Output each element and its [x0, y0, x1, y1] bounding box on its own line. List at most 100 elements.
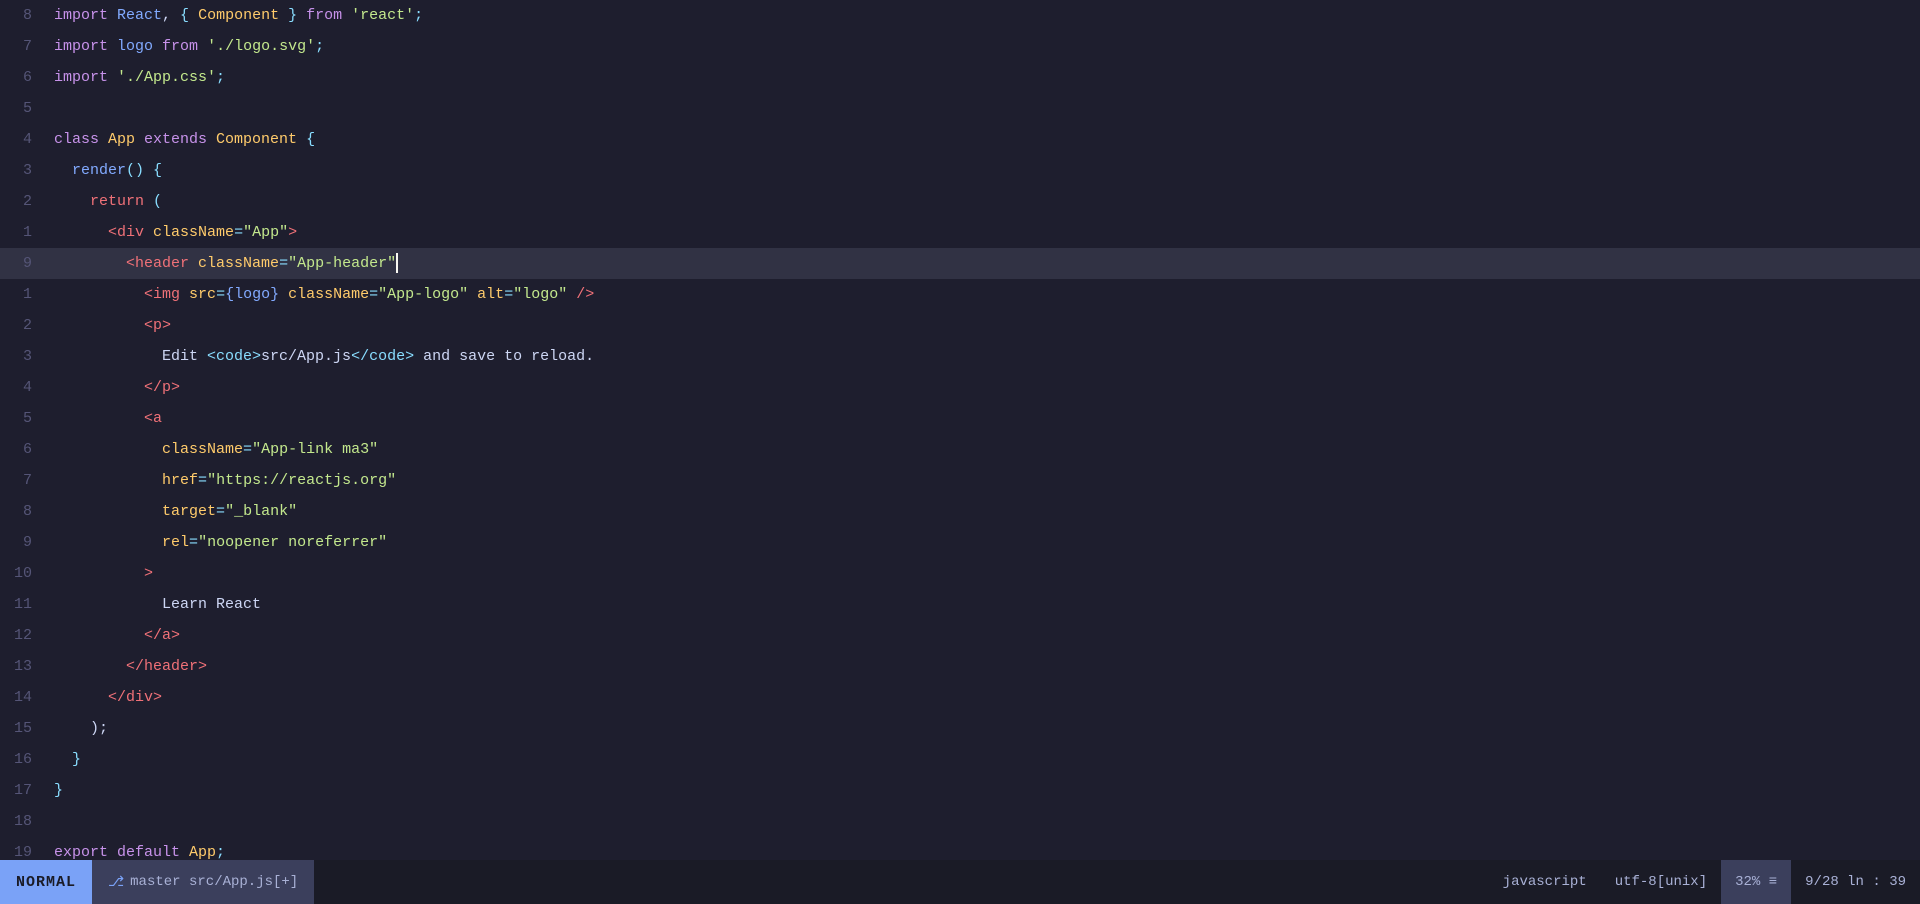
line-number: 12	[0, 627, 46, 644]
token-attr-value: "_blank"	[225, 503, 297, 520]
line-content: export default App;	[46, 837, 1920, 860]
line-content: Learn React	[46, 589, 1920, 620]
line-content: </a>	[46, 620, 1920, 651]
line-content: <a	[46, 403, 1920, 434]
token-tag: <header	[126, 255, 189, 272]
code-line: 4class App extends Component {	[0, 124, 1920, 155]
token-class-name: Component	[198, 7, 279, 24]
line-content: <img src={logo} className="App-logo" alt…	[46, 279, 1920, 310]
token-tag: </header>	[126, 658, 207, 675]
token-attr-value: "App-logo"	[378, 286, 468, 303]
token-kw-export: export	[54, 844, 117, 860]
line-content: <div className="App">	[46, 217, 1920, 248]
line-number: 1	[0, 286, 46, 303]
line-content: <header className="App-header"	[46, 248, 1920, 279]
token-text-content	[54, 689, 108, 706]
token-text-content	[54, 658, 126, 675]
token-attr-expr: {logo}	[225, 286, 279, 303]
line-content: Edit <code>src/App.js</code> and save to…	[46, 341, 1920, 372]
token-string-path: './App.css'	[117, 69, 216, 86]
line-number: 18	[0, 813, 46, 830]
token-operator: =	[198, 472, 207, 489]
token-text-content	[279, 286, 288, 303]
code-line: 18	[0, 806, 1920, 837]
token-text-content	[54, 472, 162, 489]
line-number: 2	[0, 193, 46, 210]
line-content: target="_blank"	[46, 496, 1920, 527]
token-text-content	[153, 38, 162, 55]
token-punctuation: ;	[414, 7, 423, 24]
token-attr-value: "noopener noreferrer"	[198, 534, 387, 551]
line-content: </header>	[46, 651, 1920, 682]
code-line: 10 >	[0, 558, 1920, 589]
code-editor[interactable]: 8import React, { Component } from 'react…	[0, 0, 1920, 860]
line-content: </div>	[46, 682, 1920, 713]
token-text-content: Edit	[54, 348, 207, 365]
token-text-content	[54, 224, 108, 241]
token-kw-import: import	[54, 69, 117, 86]
token-attr-name: href	[162, 472, 198, 489]
token-tag: <p>	[144, 317, 171, 334]
token-attr-value: "https://reactjs.org"	[207, 472, 396, 489]
token-punctuation: (	[144, 193, 162, 210]
line-number: 3	[0, 162, 46, 179]
token-operator: =	[216, 286, 225, 303]
code-line: 14 </div>	[0, 682, 1920, 713]
token-text-content	[189, 255, 198, 272]
status-mode: NORMAL	[0, 860, 92, 904]
token-attr-value: "App"	[243, 224, 288, 241]
line-number: 4	[0, 131, 46, 148]
token-attr-value: "App-header"	[288, 255, 396, 272]
code-line: 2 return (	[0, 186, 1920, 217]
token-tag: <div	[108, 224, 144, 241]
token-bracket: {	[306, 131, 315, 148]
token-kw-from: from	[306, 7, 342, 24]
line-number: 3	[0, 348, 46, 365]
code-line: 13 </header>	[0, 651, 1920, 682]
token-text-content	[54, 441, 162, 458]
line-number: 5	[0, 410, 46, 427]
line-content: >	[46, 558, 1920, 589]
token-text-content	[180, 286, 189, 303]
code-line: 7import logo from './logo.svg';	[0, 31, 1920, 62]
code-line: 19export default App;	[0, 837, 1920, 860]
token-text-content	[342, 7, 351, 24]
token-punctuation: }	[279, 7, 306, 24]
token-text-content: src/App.js	[261, 348, 351, 365]
token-punctuation: ;	[216, 69, 225, 86]
line-number: 10	[0, 565, 46, 582]
code-line: 1 <div className="App">	[0, 217, 1920, 248]
line-number: 5	[0, 100, 46, 117]
token-string: 'react'	[351, 7, 414, 24]
token-kw-default: default	[117, 844, 189, 860]
token-attr-value: "App-link ma3"	[252, 441, 378, 458]
token-operator: =	[369, 286, 378, 303]
line-number: 8	[0, 7, 46, 24]
code-line: 3 Edit <code>src/App.js</code> and save …	[0, 341, 1920, 372]
token-attr-name: className	[153, 224, 234, 241]
token-attr-name: className	[198, 255, 279, 272]
token-class-name: App	[189, 844, 216, 860]
token-class-name: App	[108, 131, 144, 148]
line-content: className="App-link ma3"	[46, 434, 1920, 465]
status-language: javascript	[1489, 860, 1601, 904]
code-line: 6 className="App-link ma3"	[0, 434, 1920, 465]
token-punctuation: ;	[315, 38, 324, 55]
token-text-content	[567, 286, 576, 303]
token-tag: >	[144, 565, 153, 582]
token-operator: =	[504, 286, 513, 303]
token-string-path: './logo.svg'	[207, 38, 315, 55]
token-fn-name: render	[54, 162, 126, 179]
token-bracket: }	[54, 782, 63, 799]
token-tag: <img	[144, 286, 180, 303]
line-content: <p>	[46, 310, 1920, 341]
code-line: 2 <p>	[0, 310, 1920, 341]
token-tag: </div>	[108, 689, 162, 706]
token-bracket: }	[54, 751, 81, 768]
token-tag: </p>	[144, 379, 180, 396]
token-punctuation: {	[180, 7, 198, 24]
line-number: 8	[0, 503, 46, 520]
line-content: class App extends Component {	[46, 124, 1920, 155]
line-number: 17	[0, 782, 46, 799]
line-number: 11	[0, 596, 46, 613]
